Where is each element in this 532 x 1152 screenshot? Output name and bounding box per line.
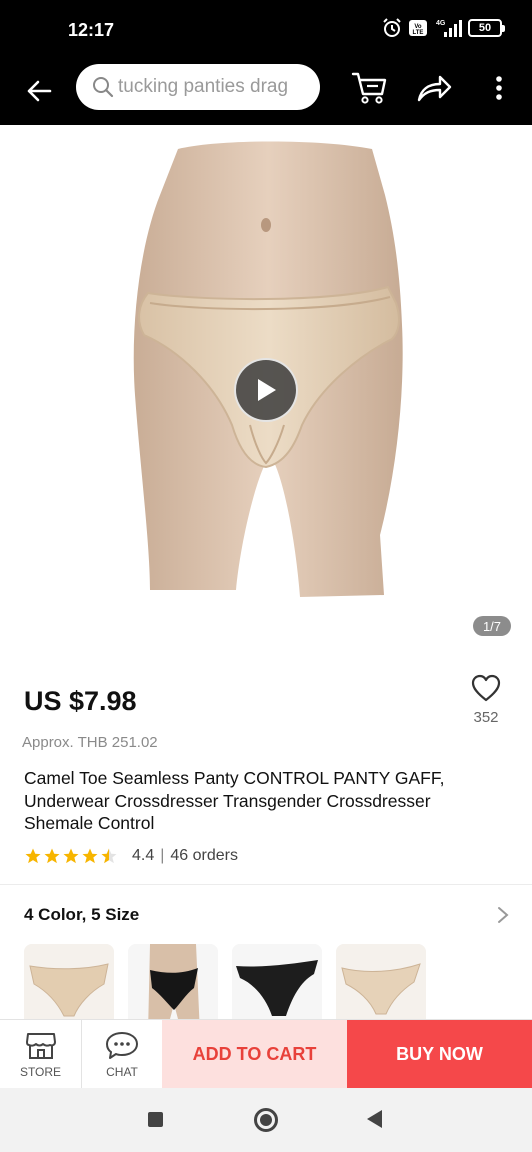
rating-separator: | (160, 847, 165, 864)
star-icon (44, 848, 60, 864)
chat-icon (106, 1031, 138, 1059)
gallery-page-indicator: 1/7 (473, 616, 511, 636)
home-icon[interactable] (254, 1108, 278, 1132)
approx-price: Approx. THB 251.02 (22, 734, 158, 751)
search-icon (93, 77, 114, 98)
rating-stars (24, 847, 118, 865)
back-button[interactable] (22, 74, 56, 108)
search-input[interactable]: tucking panties drag (76, 64, 320, 110)
cart-button[interactable] (350, 70, 390, 106)
wishlist-count: 352 (473, 709, 499, 726)
search-query: tucking panties drag (118, 76, 289, 97)
app-bar: tucking panties drag (0, 56, 532, 125)
status-icons: Vo LTE 4G 50 (382, 18, 505, 38)
more-vertical-icon (496, 76, 502, 100)
wishlist-button[interactable]: 352 (466, 674, 506, 734)
section-divider (0, 884, 532, 885)
buy-now-button[interactable]: BUY NOW (347, 1020, 532, 1089)
chat-button[interactable]: CHAT (82, 1020, 162, 1089)
variant-heading[interactable]: 4 Color, 5 Size (24, 905, 139, 925)
share-icon (417, 75, 452, 102)
rating-row[interactable]: 4.4 | 46 orders (24, 847, 238, 865)
product-price: US $7.98 (24, 686, 137, 716)
star-icon (82, 848, 98, 864)
store-icon (25, 1032, 56, 1059)
star-icon (25, 848, 41, 864)
status-time: 12:17 (68, 20, 115, 40)
system-nav-bar (0, 1088, 532, 1152)
back-arrow-icon (27, 80, 52, 102)
volte-icon: Vo LTE (408, 18, 428, 38)
svg-text:LTE: LTE (413, 30, 424, 36)
star-icon (63, 848, 79, 864)
system-back-icon[interactable] (367, 1110, 382, 1128)
product-title: Camel Toe Seamless Panty CONTROL PANTY G… (24, 768, 445, 833)
play-video-button[interactable] (234, 358, 298, 422)
play-icon (258, 379, 276, 401)
rating-value: 4.4 (132, 847, 155, 864)
half-star-icon (101, 848, 117, 864)
product-gallery[interactable]: 1/7 (0, 125, 532, 655)
recents-icon[interactable] (148, 1112, 163, 1127)
more-options-button[interactable] (486, 70, 512, 106)
bottom-action-bar: STORE CHAT ADD TO CART BUY NOW (0, 1019, 532, 1089)
alarm-icon (382, 18, 402, 38)
store-button[interactable]: STORE (0, 1020, 82, 1089)
heart-icon (471, 674, 501, 702)
status-bar: 12:17 Vo LTE 4G 50 (0, 0, 532, 56)
battery-icon: 50 (468, 19, 505, 37)
store-label: STORE (19, 1064, 62, 1079)
signal-icon: 4G (434, 18, 462, 38)
svg-text:4G: 4G (436, 20, 446, 27)
add-to-cart-button[interactable]: ADD TO CART (162, 1020, 347, 1089)
product-page: 12:17 VoLTE 4G 50 tucking panties drag (0, 0, 532, 1152)
orders-count: 46 orders (170, 847, 238, 864)
chevron-right-icon[interactable] (496, 906, 510, 924)
cart-icon (351, 72, 387, 104)
share-button[interactable] (414, 70, 454, 106)
chat-label: CHAT (106, 1064, 138, 1079)
